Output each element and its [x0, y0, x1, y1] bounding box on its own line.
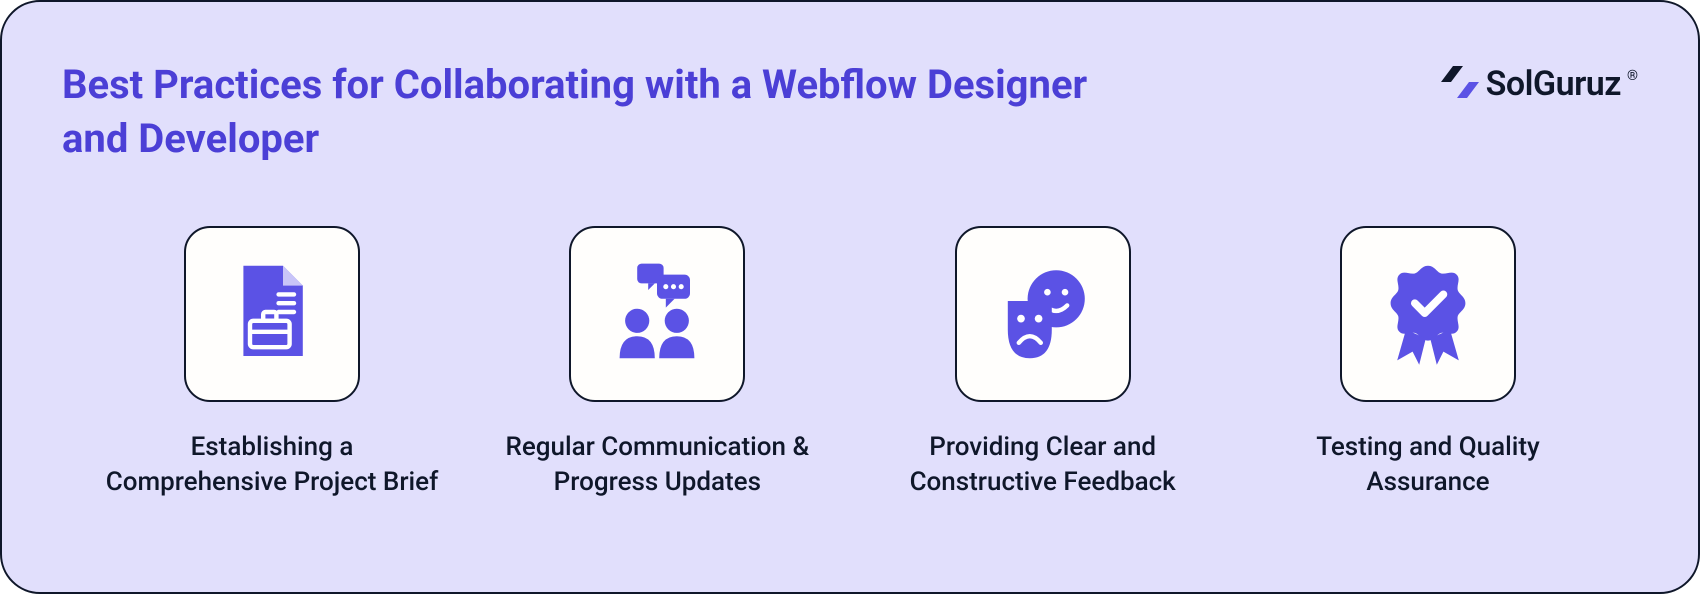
practice-caption: Providing Clear and Constructive Feedbac…	[873, 430, 1213, 500]
info-card: Best Practices for Collaborating with a …	[0, 0, 1700, 594]
practice-item: Testing and Quality Assurance	[1258, 226, 1598, 500]
people-chat-icon	[602, 257, 712, 371]
brief-document-icon	[217, 257, 327, 371]
icon-tile	[1340, 226, 1516, 402]
practice-caption: Testing and Quality Assurance	[1258, 430, 1598, 500]
brand-name: SolGuruz	[1486, 64, 1621, 104]
brand-mark-icon	[1440, 62, 1480, 106]
practice-caption: Establishing a Comprehensive Project Bri…	[102, 430, 442, 500]
practice-item: Providing Clear and Constructive Feedbac…	[873, 226, 1213, 500]
ribbon-check-icon	[1373, 257, 1483, 371]
items-grid: Establishing a Comprehensive Project Bri…	[62, 226, 1638, 500]
practice-item: Regular Communication & Progress Updates	[487, 226, 827, 500]
brand-logo: SolGuruz ®	[1440, 62, 1638, 106]
practice-item: Establishing a Comprehensive Project Bri…	[102, 226, 442, 500]
icon-tile	[569, 226, 745, 402]
page-title: Best Practices for Collaborating with a …	[62, 58, 1162, 166]
header-row: Best Practices for Collaborating with a …	[62, 58, 1638, 166]
practice-caption: Regular Communication & Progress Updates	[487, 430, 827, 500]
registered-mark: ®	[1627, 68, 1638, 84]
icon-tile	[955, 226, 1131, 402]
icon-tile	[184, 226, 360, 402]
feedback-faces-icon	[988, 257, 1098, 371]
